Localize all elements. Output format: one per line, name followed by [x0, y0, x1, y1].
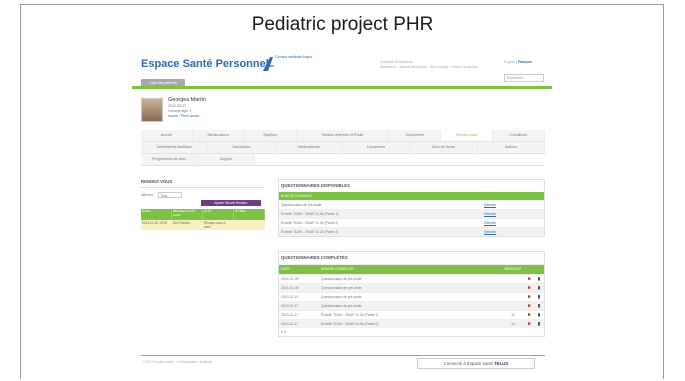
rv-date: 2014-01-20 10:00: [142, 221, 168, 225]
trash-icon[interactable]: ▮: [534, 275, 544, 283]
tab-row-1: Accueil Mensurations Système Tension art…: [141, 130, 545, 142]
tab-rendez-vous[interactable]: Rendez-vous: [441, 130, 494, 141]
brand-title[interactable]: Espace Santé Personnel: [141, 58, 269, 70]
tab-row-3: Programmes de suivi Support: [141, 154, 545, 166]
patient-meta: 2012-02-07 Homme âge: 1 Accès : Plein ac…: [168, 104, 199, 119]
tab-systeme[interactable]: Système: [244, 130, 297, 141]
col-name[interactable]: NOM DE CONSULTE: [321, 265, 502, 274]
table-row: 2014-01-08 Questionnaire de pré-visite ■…: [279, 283, 544, 292]
col-date[interactable]: DATE: [141, 209, 172, 220]
pdf-icon[interactable]: ■: [524, 311, 534, 319]
trash-icon[interactable]: ▮: [534, 293, 544, 301]
pagination[interactable]: « 1: [279, 328, 544, 336]
table-row: 2013-12-19 Questionnaire de pré-visite ■…: [279, 292, 544, 301]
logo-text: Clinique médicale Angus: [275, 55, 313, 59]
patient-name: Georges Martin: [168, 97, 206, 103]
welcome-text: Bienvenue : Joanne (bénévole): [380, 65, 427, 70]
account-link[interactable]: Mon compte: [430, 65, 449, 69]
tab-tension[interactable]: Tension artérielle et Pouls: [296, 130, 390, 141]
footer-copyright: © 2014 Espace santé · Confidentialité · …: [143, 360, 213, 364]
start-link[interactable]: Débuter: [484, 228, 544, 236]
tab-programmes[interactable]: Programmes de suivi: [141, 154, 198, 165]
start-link[interactable]: Débuter: [484, 210, 544, 218]
table-row[interactable]: 2014-01-20 10:00 Dre Patricia Rendez-vou…: [141, 220, 265, 231]
col-state[interactable]: ÉTAT: [203, 209, 234, 220]
tab-mensurations[interactable]: Mensurations: [192, 130, 245, 141]
rv-state: Rendez-vous à venir: [204, 221, 226, 230]
col-score: RÉSULTAT TOTAL: [504, 267, 522, 280]
list-item: Questionnaire de pré-visite Débuter: [279, 200, 544, 209]
patient-avatar: [141, 98, 163, 122]
table-row: 2013-12-17 Échelle TDAH - SNAP-IV-26 (Pa…: [279, 319, 544, 328]
pdf-icon[interactable]: ■: [524, 275, 534, 283]
col-with[interactable]: RENDEZ-VOUS AVEC: [172, 209, 203, 220]
completed-header: DATE NOM DE CONSULTE RÉSULTAT TOTAL: [279, 264, 544, 280]
col-date[interactable]: DATE: [279, 265, 321, 274]
rendezvous-header: DATE RENDEZ-VOUS AVEC ÉTAT NOTES: [141, 209, 265, 220]
tab-asthme[interactable]: Asthme: [477, 142, 545, 153]
add-appointment-button[interactable]: Ajouter Nouvel Rendez-: [201, 200, 261, 206]
patient-access[interactable]: Accès : Plein accès: [168, 114, 199, 119]
rendezvous-title: RENDEZ-VOUS: [141, 179, 265, 188]
table-row: 2013-12-17 Questionnaire de pré-visite ■…: [279, 301, 544, 310]
main-tabs: Accueil Mensurations Système Tension art…: [141, 130, 545, 166]
lang-french[interactable]: Français: [518, 60, 532, 64]
available-title: QUESTIONNAIRES DISPONIBLES: [281, 183, 350, 188]
completed-questionnaires-panel: QUESTIONNAIRES COMPLÉTÉS DATE NOM DE CON…: [278, 251, 545, 337]
pdf-icon[interactable]: ■: [524, 284, 534, 292]
start-link[interactable]: Débuter: [484, 201, 544, 209]
filter-row: Afficher : Tous: [141, 192, 265, 198]
tab-suivi-sante[interactable]: Suivi de Santé: [410, 142, 478, 153]
language-switch: English | Français: [504, 60, 532, 64]
tab-documents[interactable]: Documents: [342, 142, 411, 153]
tab-conditions[interactable]: Conditions: [493, 130, 545, 141]
completed-title: QUESTIONNAIRES COMPLÉTÉS: [281, 255, 348, 260]
list-item: Échelle TDAH - SNAP-IV-26 (Partie 2) Déb…: [279, 218, 544, 227]
tab-row-2: Antécédents familiaux Vaccination Médica…: [141, 142, 545, 154]
filter-label: Afficher :: [141, 193, 156, 197]
list-item: Échelle TDAH - SNAP-IV-26 (Partie 3) Déb…: [279, 227, 544, 236]
tab-support[interactable]: Support: [198, 154, 255, 165]
start-link[interactable]: Débuter: [484, 219, 544, 227]
telus-connect-badge[interactable]: Connecté à Espace santé TELUS: [417, 358, 535, 369]
lang-english[interactable]: English: [504, 60, 515, 64]
pdf-icon[interactable]: ■: [524, 320, 534, 328]
rv-notes: [234, 220, 265, 230]
filter-select[interactable]: Tous: [158, 192, 183, 198]
rendezvous-panel: RENDEZ-VOUS Afficher : Tous Ajouter Nouv…: [141, 179, 265, 231]
tab-medicaments[interactable]: Médicaments: [275, 142, 343, 153]
search-input[interactable]: Recherche: [504, 74, 544, 82]
available-questionnaires-panel: QUESTIONNAIRES DISPONIBLES NOM DE CONSUL…: [278, 179, 545, 237]
trash-icon[interactable]: ▮: [534, 302, 544, 310]
tab-glucometre[interactable]: Glucomètre: [389, 130, 442, 141]
available-header: NOM DE CONSULTE: [279, 192, 544, 200]
telus-brand: TELUS: [494, 361, 509, 366]
tab-accueil[interactable]: Accueil: [141, 130, 193, 141]
col-notes[interactable]: NOTES: [234, 209, 265, 220]
slide-title: Pediatric project PHR: [251, 14, 434, 35]
table-row: 2014-01-09 Questionnaire de pré-visite ■…: [279, 274, 544, 283]
footer-divider: [141, 355, 545, 356]
logout-link[interactable]: Fermer la session: [451, 65, 478, 69]
trash-icon[interactable]: ▮: [534, 311, 544, 319]
list-item: Échelle TDAH - SNAP-IV-26 (Partie 1) Déb…: [279, 209, 544, 218]
slide: Pediatric project PHR Espace Santé Perso…: [0, 0, 685, 381]
tab-antecedents[interactable]: Antécédents familiaux: [141, 142, 209, 153]
rv-with: Dre Patricia: [173, 221, 190, 225]
top-links: Contacter le bénévole Bienvenue : Joanne…: [380, 60, 500, 70]
pdf-icon[interactable]: ■: [524, 293, 534, 301]
table-row: 2013-12-17 Échelle TDAH - SNAP-IV-26 (Pa…: [279, 310, 544, 319]
pdf-icon[interactable]: ■: [524, 302, 534, 310]
trash-icon[interactable]: ▮: [534, 320, 544, 328]
trash-icon[interactable]: ▮: [534, 284, 544, 292]
tab-vaccination[interactable]: Vaccination: [208, 142, 276, 153]
phr-screenshot: Espace Santé Personnel Clinique médicale…: [132, 52, 552, 381]
header-divider: [132, 86, 552, 89]
